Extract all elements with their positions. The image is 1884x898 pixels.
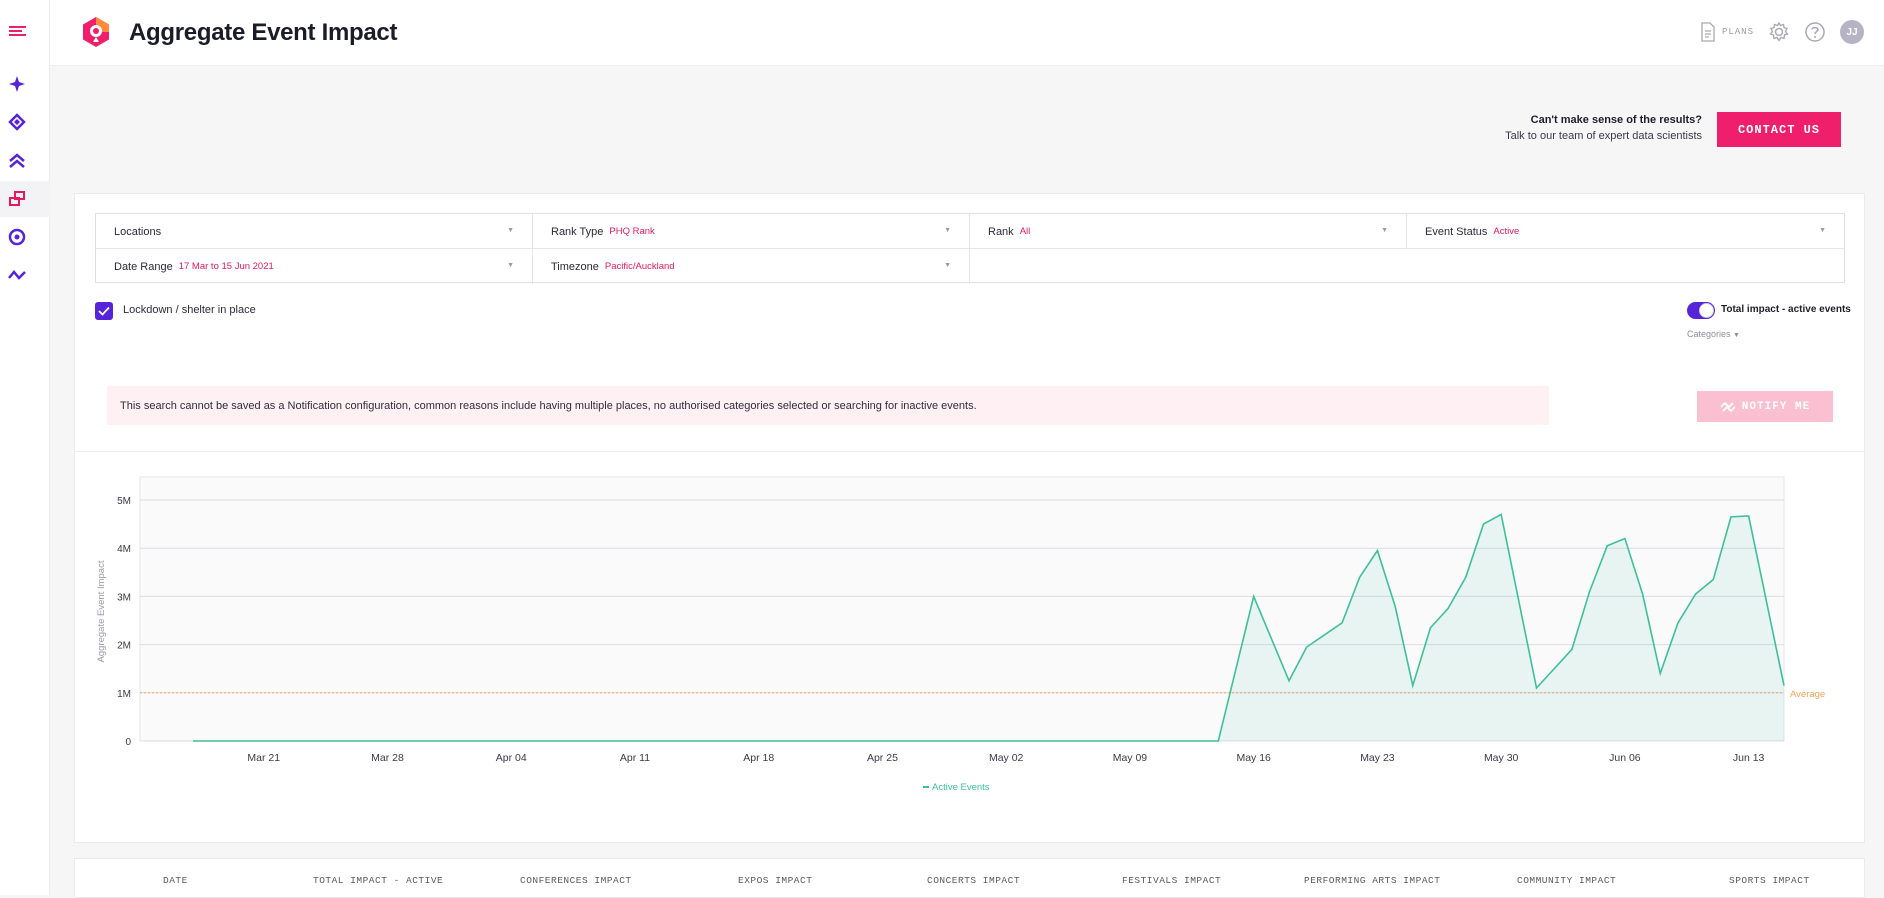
filter-value: Pacific/Auckland — [605, 261, 675, 272]
filter-value: Active — [1493, 226, 1519, 237]
y-tick-label: 3M — [117, 592, 131, 603]
wave-icon — [8, 266, 26, 284]
target-icon — [8, 228, 26, 246]
chevron-down-icon: ▼ — [944, 227, 951, 234]
y-tick-label: 4M — [117, 544, 131, 555]
contact-question: Can't make sense of the results? — [1505, 112, 1702, 128]
filter-label: Rank — [988, 226, 1014, 238]
rank-filter[interactable]: Rank All ▼ — [970, 214, 1407, 249]
categories-dropdown[interactable]: Categories ▼ — [1687, 329, 1740, 339]
column-header[interactable]: TOTAL IMPACT - ACTIVE — [313, 875, 443, 886]
chevron-down-icon: ▼ — [1819, 227, 1826, 234]
x-tick-label: May 02 — [989, 752, 1024, 764]
x-tick-label: Apr 25 — [867, 752, 898, 764]
plans-link[interactable]: PLANS — [1700, 22, 1754, 42]
avatar[interactable]: JJ — [1840, 20, 1864, 44]
gear-icon[interactable] — [1768, 21, 1790, 43]
contact-prompt: Can't make sense of the results? Talk to… — [1505, 112, 1702, 144]
impact-chart: 0 1M 2M 3M 4M 5M Aggregate Event Impact Mar 21 M… — [75, 452, 1865, 842]
y-tick-label: 0 — [125, 737, 131, 748]
column-header[interactable]: DATE — [163, 875, 188, 886]
y-tick-label: 5M — [117, 496, 131, 507]
stack-icon — [8, 190, 26, 208]
sidebar-item-ranks[interactable] — [0, 143, 50, 179]
y-tick-label: 1M — [117, 689, 131, 700]
x-tick-label: Apr 11 — [620, 752, 650, 764]
x-tick-label: May 30 — [1484, 752, 1519, 764]
chevron-down-icon: ▼ — [1733, 332, 1740, 339]
x-tick-label: May 16 — [1236, 752, 1271, 764]
rank-type-filter[interactable]: Rank Type PHQ Rank ▼ — [533, 214, 970, 249]
filter-label: Timezone — [551, 261, 599, 273]
column-header[interactable]: FESTIVALS IMPACT — [1122, 875, 1221, 886]
x-tick-label: Jun 06 — [1609, 752, 1641, 764]
filter-value: 17 Mar to 15 Jun 2021 — [179, 261, 274, 272]
impact-table-header: DATE TOTAL IMPACT - ACTIVE CONFERENCES IMP… — [74, 858, 1865, 898]
plans-label: PLANS — [1722, 27, 1754, 37]
x-tick-label: Apr 18 — [743, 752, 774, 764]
x-tick-label: May 09 — [1113, 752, 1148, 764]
chevron-down-icon: ▼ — [507, 262, 514, 269]
filter-value: All — [1020, 226, 1031, 237]
toggle-label: Total impact - active events — [1721, 304, 1851, 315]
filter-value: PHQ Rank — [609, 226, 654, 237]
notify-label: NOTIFY ME — [1742, 401, 1810, 413]
legend-label: Active Events — [932, 782, 990, 793]
column-header[interactable]: EXPOS IMPACT — [738, 875, 812, 886]
contact-subtext: Talk to our team of expert data scientis… — [1505, 128, 1702, 144]
column-header[interactable]: CONCERTS IMPACT — [927, 875, 1020, 886]
date-range-filter[interactable]: Date Range 17 Mar to 15 Jun 2021 ▼ — [96, 249, 533, 284]
event-status-filter[interactable]: Event Status Active ▼ — [1407, 214, 1844, 249]
x-tick-label: Mar 21 — [247, 752, 280, 764]
filter-label: Rank Type — [551, 226, 603, 238]
x-tick-label: Mar 28 — [371, 752, 404, 764]
average-label: Average — [1790, 689, 1825, 700]
notification-warning: This search cannot be saved as a Notific… — [107, 386, 1549, 425]
predicthq-logo — [80, 16, 112, 48]
sidebar-item-aggregate-impact[interactable] — [0, 181, 50, 217]
x-tick-label: Jun 13 — [1733, 752, 1765, 764]
total-impact-toggle[interactable] — [1687, 302, 1715, 319]
contact-us-button[interactable]: CONTACT US — [1717, 112, 1841, 147]
sidebar-item-beam[interactable] — [0, 104, 50, 140]
chevron-down-icon: ▼ — [507, 227, 514, 234]
sidebar — [0, 0, 50, 895]
filter-label: Event Status — [1425, 226, 1487, 238]
column-header[interactable]: PERFORMING ARTS IMPACT — [1304, 875, 1440, 886]
column-header[interactable]: CONFERENCES IMPACT — [520, 875, 632, 886]
lockdown-checkbox[interactable] — [95, 302, 113, 320]
header: Aggregate Event Impact PLANS JJ — [50, 0, 1884, 66]
x-tick-label: May 23 — [1360, 752, 1395, 764]
sidebar-item-explore[interactable] — [0, 66, 50, 102]
menu-icon[interactable] — [9, 24, 27, 42]
sidebar-item-target[interactable] — [0, 219, 50, 255]
filter-label: Locations — [114, 226, 161, 238]
filter-grid: Locations ▼ Rank Type PHQ Rank ▼ Rank Al… — [95, 213, 1845, 283]
diamond-icon — [8, 113, 26, 131]
page-title: Aggregate Event Impact — [129, 19, 397, 47]
sidebar-item-trends[interactable] — [0, 257, 50, 293]
timezone-filter[interactable]: Timezone Pacific/Auckland ▼ — [533, 249, 970, 284]
locations-filter[interactable]: Locations ▼ — [96, 214, 533, 249]
lockdown-label: Lockdown / shelter in place — [123, 304, 256, 316]
y-tick-label: 2M — [117, 641, 131, 652]
y-axis-label: Aggregate Event Impact — [96, 560, 107, 662]
chevrons-up-icon — [8, 152, 26, 170]
x-tick-label: Apr 04 — [496, 752, 527, 764]
sparkle-icon — [8, 75, 26, 93]
chevron-down-icon: ▼ — [1381, 227, 1388, 234]
notify-me-button[interactable]: NOTIFY ME — [1697, 391, 1833, 422]
column-header[interactable]: COMMUNITY IMPACT — [1517, 875, 1616, 886]
categories-label: Categories — [1687, 329, 1731, 339]
chevron-down-icon: ▼ — [944, 262, 951, 269]
search-panel: Locations ▼ Rank Type PHQ Rank ▼ Rank Al… — [74, 193, 1865, 843]
document-icon — [1700, 22, 1716, 42]
filter-label: Date Range — [114, 261, 173, 273]
column-header[interactable]: SPORTS IMPACT — [1729, 875, 1810, 886]
check-icon — [98, 306, 110, 316]
help-icon[interactable] — [1804, 21, 1826, 43]
notify-icon — [1720, 401, 1736, 413]
